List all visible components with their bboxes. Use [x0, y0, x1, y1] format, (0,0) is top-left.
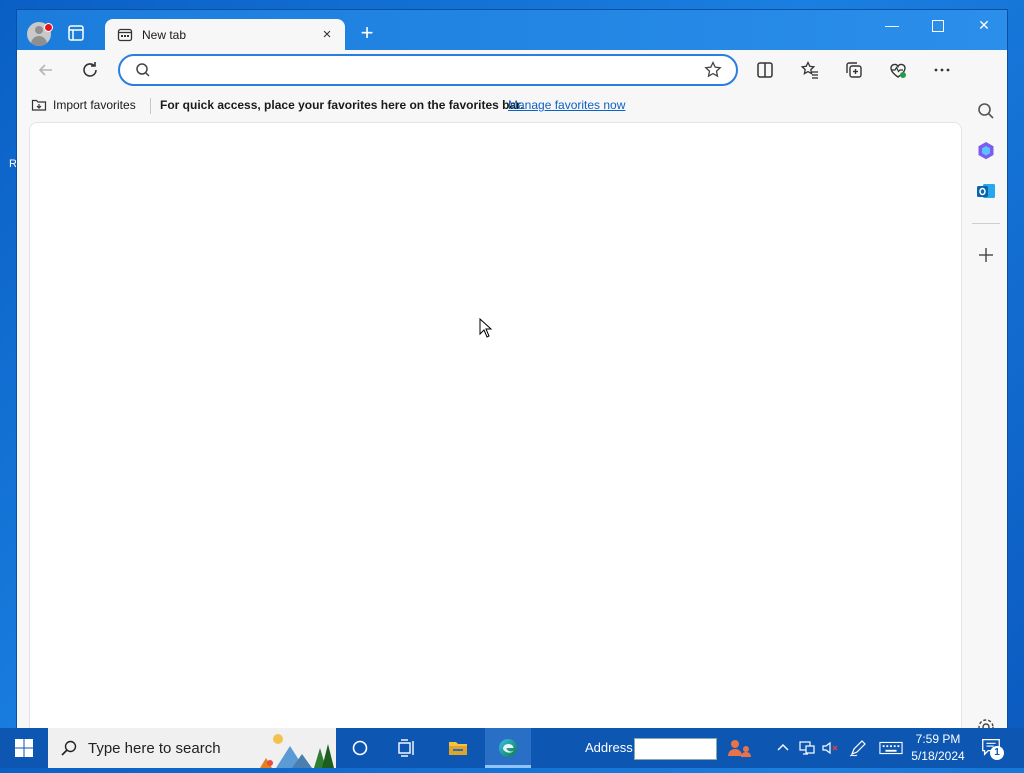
system-clock[interactable]: 7:59 PM 5/18/2024: [905, 731, 971, 765]
action-center-button[interactable]: 1: [980, 736, 1004, 760]
edge-sidebar: [965, 50, 1007, 728]
profile-notification-dot: [44, 23, 53, 32]
tab-actions-icon[interactable]: [67, 24, 87, 44]
clock-date: 5/18/2024: [911, 749, 965, 763]
search-highlight-illustration: [256, 730, 336, 768]
start-button[interactable]: [0, 728, 48, 768]
copilot-app-icon[interactable]: [974, 139, 998, 163]
tab-new-tab[interactable]: New tab ×: [105, 19, 345, 50]
favorites-bar: Import favorites For quick access, place…: [17, 90, 1007, 120]
desktop-icon-label: R: [9, 158, 17, 170]
address-bar[interactable]: [118, 54, 738, 86]
import-favorites-button[interactable]: Import favorites: [31, 97, 136, 113]
touch-keyboard-icon[interactable]: [878, 738, 904, 758]
taskbar-search-box[interactable]: Type here to search: [48, 728, 336, 768]
network-icon[interactable]: [797, 738, 817, 758]
people-icon[interactable]: [727, 738, 753, 758]
maximize-icon: [932, 20, 944, 32]
more-icon[interactable]: [930, 58, 954, 82]
title-bar: New tab × + — ✕: [17, 10, 1007, 50]
new-tab-button[interactable]: +: [357, 22, 377, 44]
favorites-message: For quick access, place your favorites h…: [160, 98, 524, 112]
task-view-icon[interactable]: [384, 728, 430, 768]
sidebar-divider: [972, 223, 1000, 224]
favorites-icon[interactable]: [798, 58, 822, 82]
cortana-icon[interactable]: [337, 728, 383, 768]
edge-taskbar-icon[interactable]: [485, 728, 531, 768]
address-input[interactable]: [160, 60, 684, 82]
outlook-icon[interactable]: [974, 179, 998, 203]
favorites-divider: [150, 98, 151, 114]
search-icon: [61, 740, 77, 756]
taskbar-search-placeholder: Type here to search: [88, 740, 221, 757]
volume-muted-icon[interactable]: [820, 738, 840, 758]
sidebar-search-icon[interactable]: [974, 99, 998, 123]
split-screen-icon[interactable]: [753, 58, 777, 82]
add-icon[interactable]: [974, 243, 998, 267]
manage-favorites-link[interactable]: Manage favorites now: [508, 98, 625, 112]
notification-badge: 1: [990, 746, 1004, 760]
settings-icon[interactable]: [974, 715, 998, 728]
tab-close-icon[interactable]: ×: [319, 27, 335, 43]
minimize-button[interactable]: —: [869, 10, 915, 42]
show-hidden-icons-chevron-icon[interactable]: [773, 738, 793, 758]
new-tab-page-icon: [117, 27, 133, 43]
close-window-button[interactable]: ✕: [961, 10, 1007, 42]
taskbar: Type here to search Address 7:59 PM 5/18…: [0, 728, 1024, 768]
browser-window: New tab × + — ✕ Import favorites For qui…: [17, 10, 1007, 730]
search-icon: [134, 61, 152, 79]
favorite-star-icon[interactable]: [703, 60, 723, 80]
clock-time: 7:59 PM: [915, 732, 961, 746]
browser-essentials-icon[interactable]: [886, 58, 910, 82]
mouse-cursor-icon: [479, 318, 493, 338]
windows-logo-icon: [15, 739, 33, 757]
browser-toolbar: [17, 50, 1007, 90]
maximize-button[interactable]: [915, 10, 961, 42]
page-content[interactable]: [29, 122, 962, 730]
pen-workspace-icon[interactable]: [848, 738, 868, 758]
refresh-icon[interactable]: [78, 58, 102, 82]
address-toolbar-label: Address: [585, 740, 633, 755]
file-explorer-icon[interactable]: [435, 728, 481, 768]
tab-title: New tab: [142, 28, 187, 42]
collections-icon[interactable]: [842, 58, 866, 82]
import-folder-icon: [31, 99, 47, 111]
back-icon[interactable]: [34, 58, 58, 82]
import-favorites-label: Import favorites: [53, 98, 136, 112]
address-toolbar-input[interactable]: [634, 738, 717, 760]
